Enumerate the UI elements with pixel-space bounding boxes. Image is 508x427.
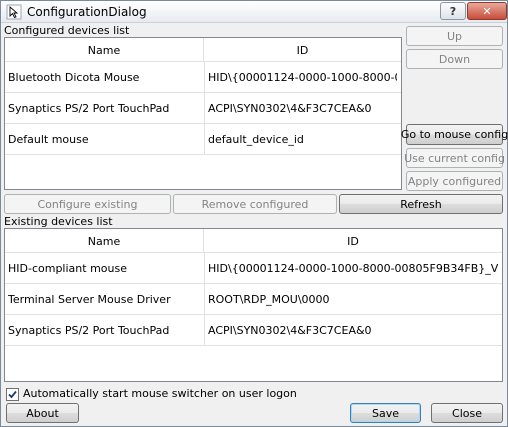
- column-header-name[interactable]: Name: [5, 38, 204, 62]
- device-id: ROOT\RDP_MOU\0000: [208, 292, 330, 306]
- table-row[interactable]: Synaptics PS/2 Port TouchPad ACPI\SYN030…: [5, 315, 502, 346]
- device-name: Default mouse: [8, 132, 89, 146]
- existing-list-header: Name ID: [5, 229, 502, 253]
- column-separator: [204, 284, 205, 315]
- device-id: ACPI\SYN0302\4&F3C7CEA&0: [208, 101, 372, 115]
- close-button[interactable]: Close: [431, 403, 503, 423]
- use-current-config-button[interactable]: Use current config: [404, 148, 505, 168]
- device-name: HID-compliant mouse: [8, 261, 127, 275]
- column-separator: [204, 315, 205, 346]
- device-id: ACPI\SYN0302\4&F3C7CEA&0: [208, 323, 372, 337]
- down-button[interactable]: Down: [406, 49, 503, 69]
- refresh-button[interactable]: Refresh: [339, 194, 503, 214]
- help-button[interactable]: ?: [440, 2, 466, 20]
- configured-list-header: Name ID: [5, 38, 401, 62]
- column-header-id[interactable]: ID: [204, 38, 401, 62]
- up-button[interactable]: Up: [406, 26, 503, 46]
- device-name: Bluetooth Dicota Mouse: [8, 70, 140, 84]
- save-button[interactable]: Save: [350, 403, 421, 423]
- help-icon: ?: [449, 4, 457, 18]
- column-separator: [204, 124, 205, 155]
- table-row[interactable]: Terminal Server Mouse Driver ROOT\RDP_MO…: [5, 284, 502, 315]
- apply-configured-button[interactable]: Apply configured: [406, 171, 503, 191]
- configured-devices-list[interactable]: Name ID Bluetooth Dicota Mouse HID\{0000…: [4, 37, 402, 190]
- table-row[interactable]: Bluetooth Dicota Mouse HID\{00001124-000…: [5, 62, 401, 93]
- window-close-button[interactable]: ✕: [467, 2, 507, 20]
- go-to-mouse-config-button[interactable]: Go to mouse config: [401, 124, 508, 145]
- column-header-id[interactable]: ID: [204, 229, 502, 253]
- close-icon: ✕: [482, 4, 492, 18]
- title-bar[interactable]: ConfigurationDialog ? ✕: [1, 1, 507, 23]
- configure-existing-button[interactable]: Configure existing: [4, 194, 171, 214]
- column-separator: [204, 253, 205, 284]
- about-button[interactable]: About: [6, 403, 79, 423]
- device-id: HID\{00001124-0000-1000-8000-00805F9B34F…: [208, 261, 498, 275]
- column-header-name[interactable]: Name: [5, 229, 204, 253]
- configured-devices-label: Configured devices list: [4, 24, 130, 37]
- app-icon: [6, 4, 22, 20]
- table-row[interactable]: Synaptics PS/2 Port TouchPad ACPI\SYN030…: [5, 93, 401, 124]
- device-name: Synaptics PS/2 Port TouchPad: [8, 101, 170, 115]
- configuration-dialog: ConfigurationDialog ? ✕ Configured devic…: [0, 0, 508, 427]
- autostart-label[interactable]: Automatically start mouse switcher on us…: [23, 387, 297, 400]
- device-name: Terminal Server Mouse Driver: [8, 292, 171, 306]
- autostart-checkbox[interactable]: [6, 388, 19, 401]
- column-separator: [204, 93, 205, 124]
- device-id: HID\{00001124-0000-1000-8000-00...: [208, 70, 397, 84]
- column-separator: [204, 62, 205, 93]
- existing-devices-label: Existing devices list: [4, 215, 113, 228]
- remove-configured-button[interactable]: Remove configured: [173, 194, 337, 214]
- table-row[interactable]: HID-compliant mouse HID\{00001124-0000-1…: [5, 253, 502, 284]
- existing-devices-list[interactable]: Name ID HID-compliant mouse HID\{0000112…: [4, 228, 503, 382]
- table-row[interactable]: Default mouse default_device_id: [5, 124, 401, 155]
- device-name: Synaptics PS/2 Port TouchPad: [8, 323, 170, 337]
- device-id: default_device_id: [208, 132, 304, 146]
- checkmark-icon: [8, 390, 17, 399]
- window-title: ConfigurationDialog: [27, 5, 147, 19]
